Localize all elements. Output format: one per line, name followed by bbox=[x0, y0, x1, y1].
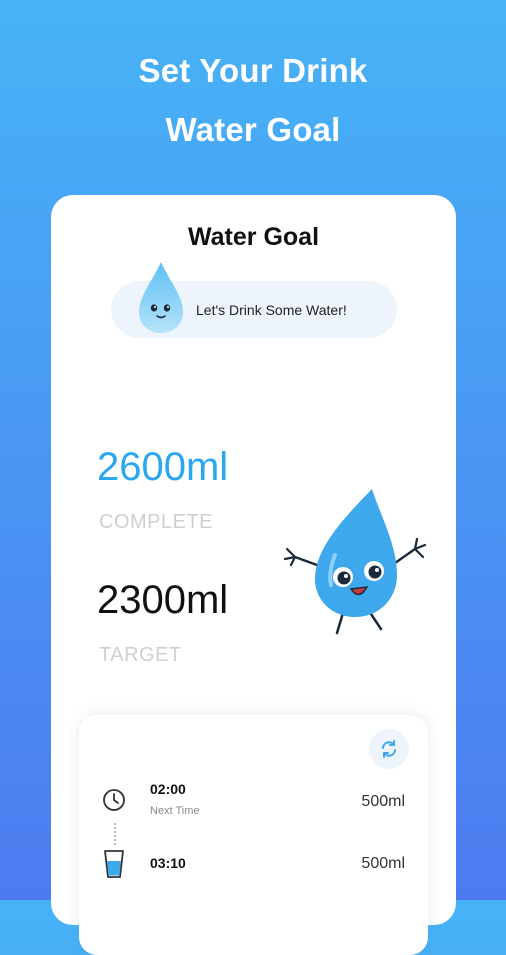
card-title: Water Goal bbox=[187, 223, 320, 251]
drink-schedule-panel: 02:00 Next Time 500ml 03:10 500ml bbox=[79, 715, 428, 955]
headline-line-2: Water Goal bbox=[165, 111, 341, 148]
speech-pill: Let's Drink Some Water! bbox=[111, 262, 397, 338]
timeline-connector bbox=[114, 823, 118, 845]
headline-line-1: Set Your Drink bbox=[138, 52, 368, 89]
refresh-icon bbox=[382, 740, 396, 758]
clock-icon bbox=[103, 789, 125, 811]
schedule-amount: 500ml bbox=[361, 855, 405, 872]
mini-drop-mascot-icon bbox=[139, 262, 183, 333]
water-goal-card: Water Goal Let's Drink Some Water! 2600m… bbox=[51, 195, 456, 955]
complete-label: COMPLETE bbox=[99, 511, 214, 533]
schedule-row[interactable]: 03:10 500ml bbox=[79, 849, 428, 893]
water-drop-mascot-icon bbox=[283, 489, 427, 635]
schedule-time: 03:10 bbox=[150, 855, 186, 871]
schedule-time: 02:00 bbox=[150, 781, 186, 797]
water-glass-icon bbox=[104, 850, 124, 878]
refresh-button[interactable] bbox=[369, 729, 409, 769]
schedule-amount: 500ml bbox=[361, 793, 405, 810]
target-label: TARGET bbox=[99, 644, 182, 666]
complete-value: 2600ml bbox=[97, 445, 229, 489]
target-value: 2300ml bbox=[97, 578, 229, 622]
speech-text: Let's Drink Some Water! bbox=[196, 302, 347, 318]
schedule-subtitle: Next Time bbox=[150, 805, 200, 817]
schedule-row[interactable]: 02:00 Next Time 500ml bbox=[79, 781, 428, 825]
